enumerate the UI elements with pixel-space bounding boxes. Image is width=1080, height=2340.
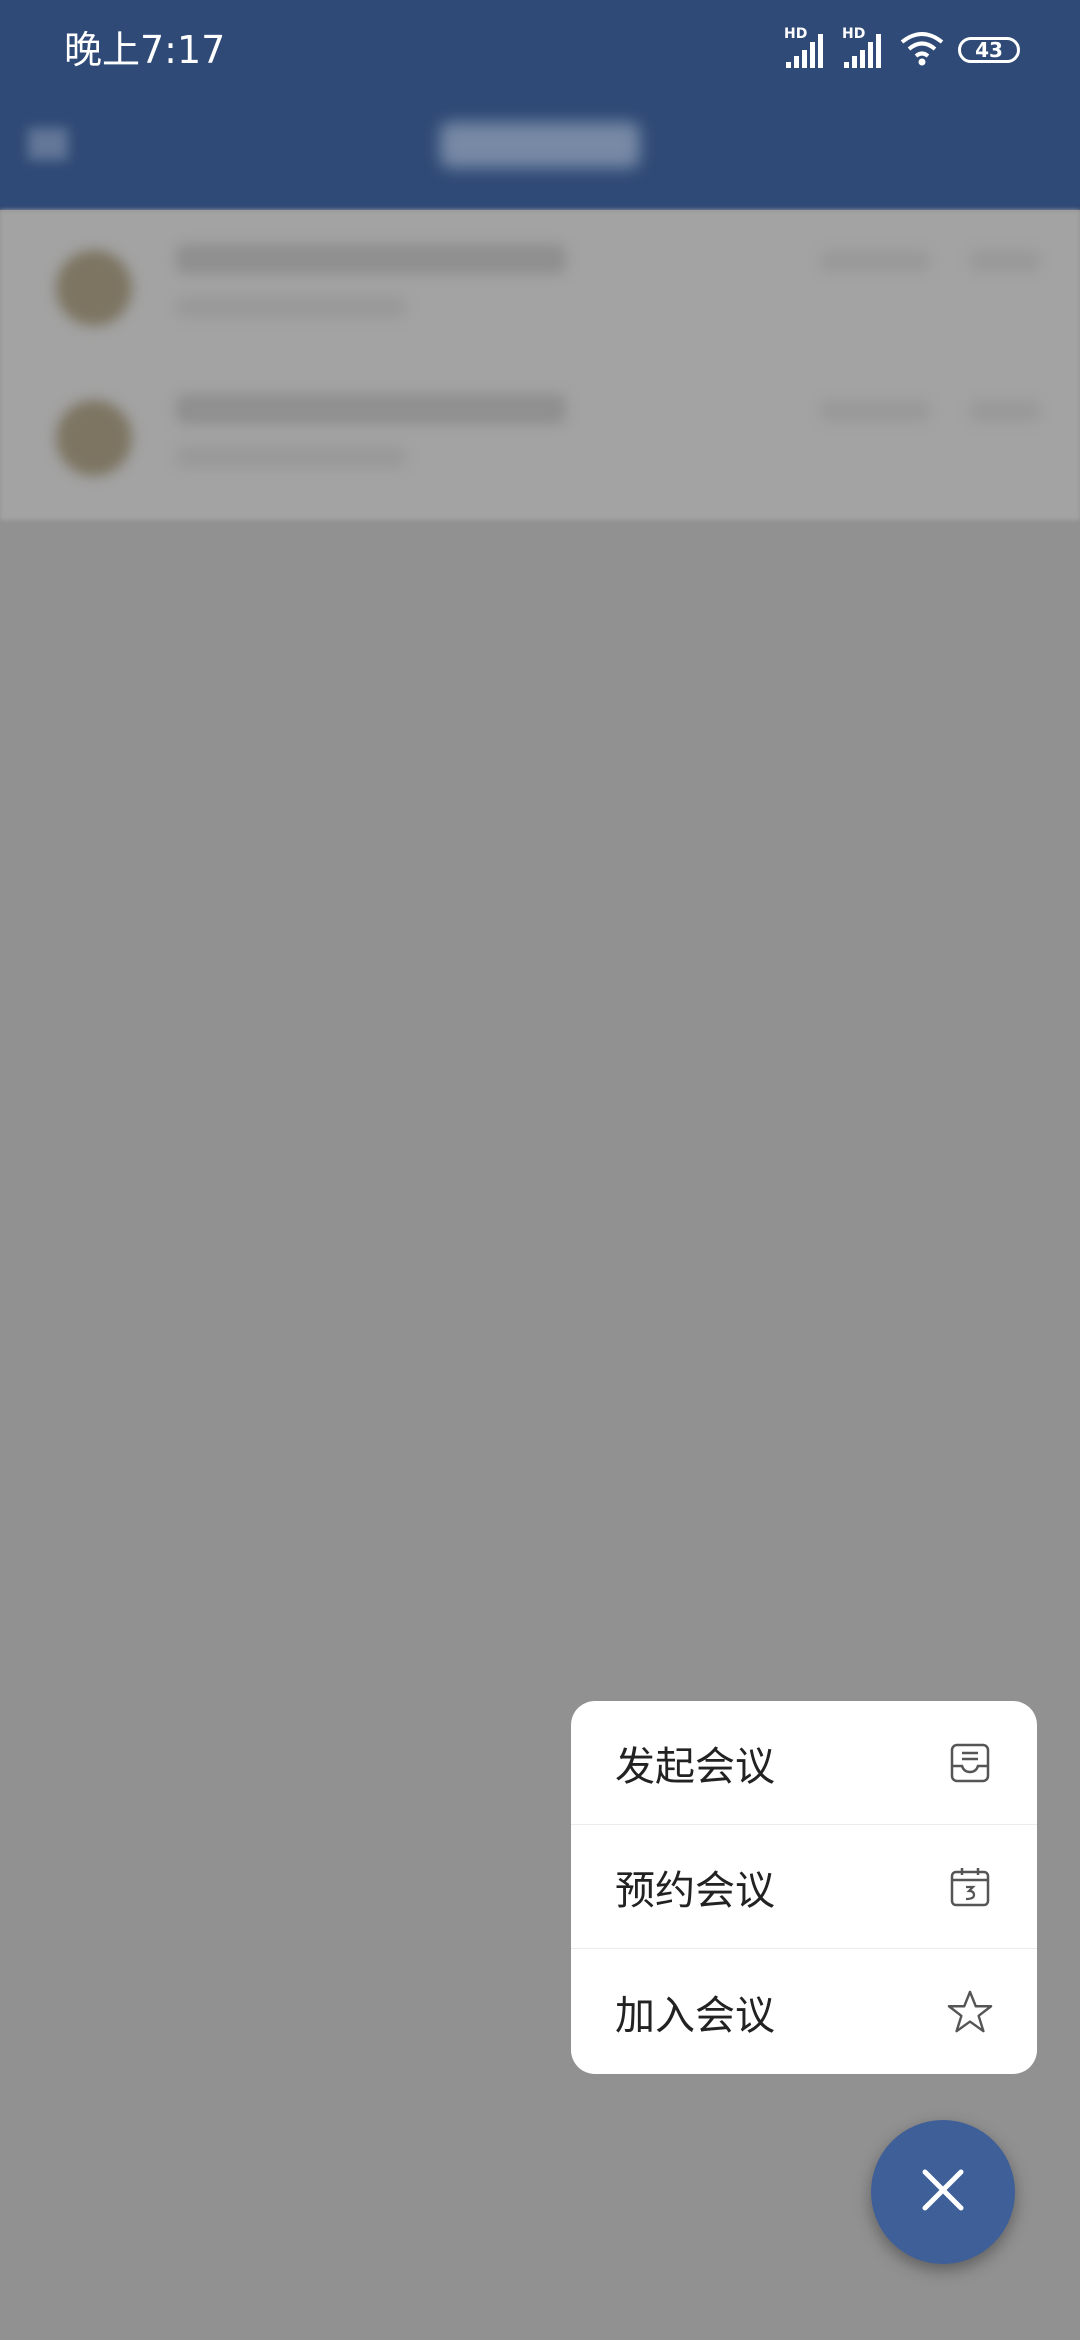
status-time: 晚上7:17	[64, 28, 226, 72]
avatar	[56, 250, 132, 326]
list-item	[0, 360, 1080, 510]
calendar-icon	[947, 1864, 993, 1910]
menu-icon-blurred	[28, 128, 68, 160]
list-item	[0, 210, 1080, 360]
meeting-action-menu: 发起会议 预约会议 加入会议	[571, 1701, 1037, 2074]
menu-item-label: 预约会议	[615, 1867, 775, 1914]
star-icon	[947, 1989, 993, 2035]
signal-hd-label-2: HD	[842, 26, 866, 42]
menu-item-schedule-meeting[interactable]: 预约会议	[571, 1825, 1037, 1949]
signal-hd-label: HD	[784, 26, 808, 42]
menu-item-label: 发起会议	[615, 1743, 775, 1790]
menu-item-label: 加入会议	[615, 1992, 775, 2039]
inbox-tray-icon	[947, 1740, 993, 1786]
signal-icon-2: HD	[842, 26, 886, 70]
status-icons: HD HD 43	[784, 26, 1020, 74]
wifi-icon	[900, 30, 944, 70]
signal-icon: HD	[784, 26, 828, 70]
avatar	[56, 400, 132, 476]
menu-item-start-meeting[interactable]: 发起会议	[571, 1701, 1037, 1825]
meeting-list-blurred	[0, 210, 1080, 520]
battery-indicator: 43	[958, 37, 1020, 63]
menu-item-join-meeting[interactable]: 加入会议	[571, 1949, 1037, 2074]
status-bar: 晚上7:17 HD HD 43	[0, 0, 1080, 100]
app-title-blurred	[440, 122, 640, 168]
close-fab-button[interactable]	[871, 2120, 1015, 2264]
close-icon	[921, 2168, 965, 2216]
